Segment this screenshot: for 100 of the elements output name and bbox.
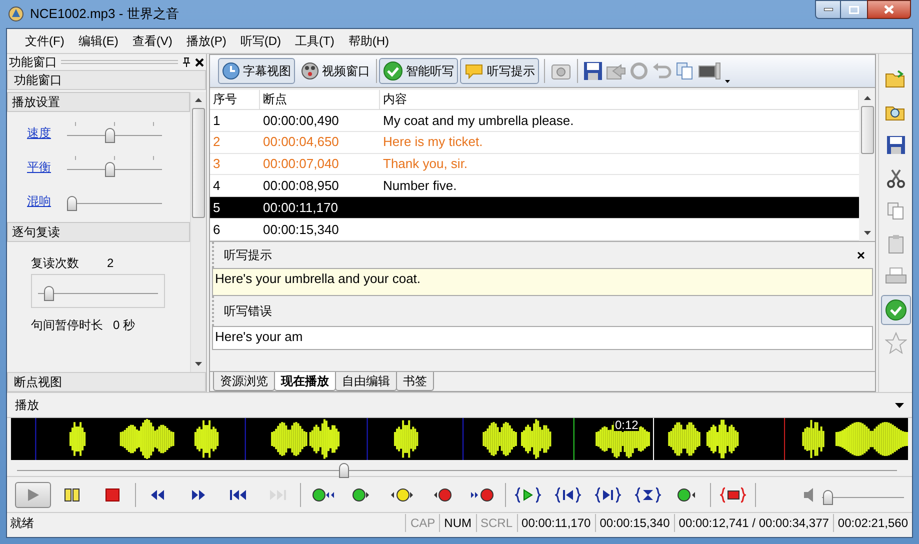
table-cell-text: Number five. (382, 177, 458, 196)
screen-frame-icon[interactable] (697, 61, 723, 81)
error-text-field[interactable]: Here's your am (212, 326, 873, 350)
slider-thumb[interactable] (105, 128, 116, 143)
table-cell-text: My coat and my umbrella please. (382, 112, 575, 130)
clipboard-icon (886, 234, 906, 254)
toolbar-button[interactable]: 视频窗口 (297, 58, 374, 84)
toolbar-button[interactable]: 听写提示 (460, 58, 539, 84)
status-indicator: SCRL (476, 514, 517, 532)
slider-thumb[interactable] (44, 286, 54, 301)
tab[interactable]: 自由编辑 (335, 372, 397, 391)
tab[interactable]: 现在播放 (274, 372, 336, 391)
minimize-button[interactable] (815, 0, 841, 19)
table-cell-text: 1 (212, 112, 222, 130)
app-logo-icon (8, 6, 24, 22)
toolbar-button[interactable]: 字幕视图 (218, 58, 295, 84)
dropdown-arrow-icon[interactable] (895, 402, 904, 408)
repeat-count-label: 复读次数 (31, 255, 79, 272)
table-cell-text: 00:00:08,950 (262, 177, 340, 196)
tab[interactable]: 资源浏览 (213, 372, 275, 391)
slider-thumb[interactable] (823, 490, 834, 504)
panel-header[interactable]: 功能窗口 (7, 70, 206, 90)
column-header[interactable]: 序号 (210, 90, 260, 109)
save-icon (886, 135, 906, 155)
pause-duration-value: 0 秒 (113, 317, 136, 334)
scroll-up-icon[interactable] (864, 96, 870, 100)
table-cell-text: 2 (212, 133, 222, 152)
panel-title: 听写提示 (224, 247, 272, 264)
menu-item[interactable]: 帮助(H) (348, 32, 389, 50)
save-icon[interactable] (583, 61, 603, 81)
scrollbar[interactable] (859, 90, 875, 241)
time-label: 0:12 (614, 419, 640, 431)
status-message: 就绪 (9, 514, 35, 532)
menu-item[interactable]: 播放(P) (186, 32, 226, 50)
table-cell-text: Thank you, sir. (382, 155, 469, 174)
clock-icon (222, 62, 240, 80)
folder-icon (884, 69, 906, 89)
slider-track[interactable] (67, 122, 162, 144)
scissors-icon (886, 168, 906, 188)
section-header[interactable]: 逐句复读 (7, 222, 190, 242)
tab[interactable]: 书签 (396, 372, 434, 391)
scroll-down-icon[interactable] (864, 231, 870, 235)
window-title: NCE1002.mp3 - 世界之音 (30, 5, 179, 24)
close-button[interactable]: × (856, 244, 865, 266)
table-row[interactable]: 6 00:00:15,340 (210, 219, 859, 242)
check-icon (884, 299, 906, 321)
table-cell-text: 00:00:15,340 (262, 220, 340, 239)
table-row[interactable]: 1 00:00:00,490 My coat and my umbrella please. (210, 110, 859, 132)
repeat-count-value: 2 (107, 255, 114, 272)
check-icon (383, 61, 403, 81)
scrollbar[interactable] (190, 92, 206, 372)
scroll-thumb[interactable] (192, 108, 205, 218)
copy-icon (886, 201, 906, 221)
menu-item[interactable]: 听写(D) (240, 32, 281, 50)
table-cell-text: 5 (212, 198, 222, 217)
scroll-down-icon[interactable] (195, 362, 202, 366)
status-indicator: CAP (405, 514, 440, 532)
status-field: 00:00:15,340 (594, 514, 674, 532)
pause-duration-label: 句间暂停时长 (31, 317, 103, 334)
close-button[interactable] (867, 0, 911, 19)
menu-item[interactable]: 文件(F) (25, 32, 64, 50)
maximize-icon (849, 6, 859, 14)
maximize-button[interactable] (841, 0, 867, 19)
toolbar-button[interactable] (880, 295, 910, 325)
table-cell-text: 00:00:04,650 (262, 133, 340, 152)
pin-icon[interactable] (182, 57, 191, 67)
dropdown-arrow-icon[interactable] (725, 80, 730, 83)
slider-label[interactable]: 速度 (27, 124, 55, 142)
brace-play-icon (515, 486, 541, 504)
hint-text: Here's your umbrella and your coat. (212, 268, 873, 296)
table-row[interactable]: 5 00:00:11,170 (210, 197, 859, 220)
brace-skip-back-icon (555, 486, 581, 504)
slider-thumb[interactable] (105, 162, 116, 177)
column-header[interactable]: 断点 (260, 90, 380, 109)
brace-hourglass-icon (635, 486, 661, 504)
menu-item[interactable]: 查看(V) (132, 32, 172, 50)
speech-bubble-icon (464, 62, 484, 80)
table-cell-text: 6 (212, 220, 222, 239)
panel-footer[interactable]: 断点视图 (7, 372, 206, 392)
section-header[interactable]: 播放设置 (7, 92, 190, 112)
table-cell-text: 00:00:07,040 (262, 155, 340, 174)
menu-item[interactable]: 编辑(E) (78, 32, 118, 50)
copy-icon[interactable] (675, 61, 695, 81)
scroll-up-icon[interactable] (195, 98, 202, 102)
status-field: 00:00:11,170 (516, 514, 595, 532)
slider-thumb[interactable] (67, 196, 77, 211)
toolbar-button[interactable]: 智能听写 (379, 58, 458, 84)
panel-title: 播放 (15, 397, 39, 414)
dot-rewind-icon (310, 486, 336, 504)
close-icon[interactable] (195, 58, 204, 66)
status-field: 00:00:12,741 / 00:00:34,377 (674, 514, 833, 532)
menu-item[interactable]: 工具(T) (295, 32, 334, 50)
table-cell-text: 4 (212, 177, 222, 196)
slider-label[interactable]: 混响 (27, 192, 55, 210)
table-cell-text: Here is my ticket. (382, 133, 484, 152)
scroll-thumb[interactable] (860, 106, 874, 154)
slider-label[interactable]: 平衡 (27, 158, 55, 176)
status-indicator: NUM (439, 514, 476, 532)
slider-track[interactable] (67, 156, 162, 178)
slider-thumb[interactable] (338, 463, 349, 478)
